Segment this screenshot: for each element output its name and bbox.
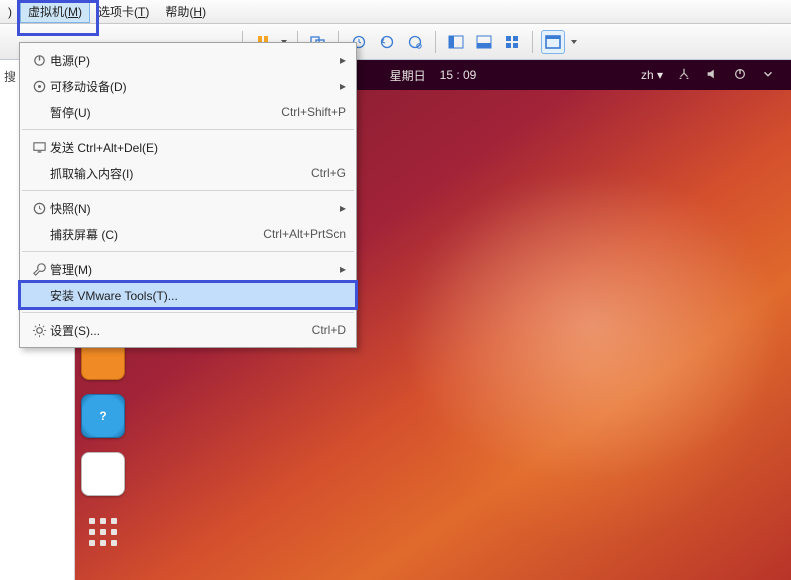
- submenu-arrow-icon: ▸: [340, 79, 346, 93]
- menu-item-label: 暂停(U): [50, 104, 91, 121]
- view-sidebar-button[interactable]: [500, 30, 524, 54]
- submenu-arrow-icon: ▸: [340, 262, 346, 276]
- gear-icon: [28, 323, 50, 338]
- vm-dropdown-menu: 电源(P) ▸ 可移动设备(D) ▸ 暂停(U) Ctrl+Shift+P 发送 Ctrl+…: [19, 42, 357, 348]
- view-stretch-button[interactable]: [472, 30, 496, 54]
- menu-item[interactable]: 抓取输入内容(I) Ctrl+G: [20, 160, 356, 186]
- fullscreen-dropdown[interactable]: [569, 40, 579, 44]
- menu-item-label: 安装 VMware Tools(T)...: [50, 287, 178, 304]
- network-icon[interactable]: [677, 67, 691, 84]
- menu-tabs-accel: T: [138, 5, 145, 19]
- menu-item-accel: Ctrl+Shift+P: [281, 105, 346, 119]
- menu-item[interactable]: 安装 VMware Tools(T)...: [20, 282, 356, 308]
- menu-item[interactable]: 发送 Ctrl+Alt+Del(E): [20, 134, 356, 160]
- menu-item[interactable]: 暂停(U) Ctrl+Shift+P: [20, 99, 356, 125]
- power-icon[interactable]: [733, 67, 747, 84]
- submenu-arrow-icon: ▸: [340, 53, 346, 67]
- menu-item[interactable]: 可移动设备(D) ▸: [20, 73, 356, 99]
- submenu-arrow-icon: ▸: [340, 201, 346, 215]
- guest-day: 星期日: [390, 67, 426, 84]
- menu-tabs-label: 选项卡: [98, 5, 134, 19]
- menu-virtual-machine[interactable]: 虚拟机(M): [20, 0, 90, 23]
- menu-item-label: 管理(M): [50, 261, 92, 278]
- menu-help-label: 帮助: [165, 5, 189, 19]
- fullscreen-icon: [545, 34, 561, 50]
- menu-item-label: 发送 Ctrl+Alt+Del(E): [50, 139, 158, 156]
- menu-separator: [22, 190, 354, 191]
- menu-vm-label: 虚拟机: [28, 5, 64, 19]
- menu-item-label: 快照(N): [50, 200, 91, 217]
- dock-apps-button[interactable]: [81, 518, 125, 542]
- toolbar-sep: [435, 31, 436, 53]
- guest-time: 15 : 09: [440, 68, 477, 82]
- host-window: ) 虚拟机(M) 选项卡(T) 帮助(H): [0, 0, 791, 580]
- clock-back-icon: [379, 34, 395, 50]
- layout-grid-icon: [504, 34, 520, 50]
- sidebar-search-label: 搜: [4, 70, 16, 84]
- menu-item-label: 捕获屏幕 (C): [50, 226, 118, 243]
- view-fit-button[interactable]: [444, 30, 468, 54]
- menu-item-label: 抓取输入内容(I): [50, 165, 133, 182]
- menu-item-label: 电源(P): [50, 52, 90, 69]
- clock-gear-icon: [407, 34, 423, 50]
- snapshot-icon: [28, 201, 50, 216]
- guest-lang[interactable]: zh ▾: [641, 68, 663, 82]
- send-icon: [28, 140, 50, 155]
- dock-help[interactable]: ?: [81, 394, 125, 438]
- host-menubar: ) 虚拟机(M) 选项卡(T) 帮助(H): [0, 0, 791, 24]
- snapshot-revert-button[interactable]: [375, 30, 399, 54]
- apps-grid-icon: [89, 518, 117, 542]
- menu-separator: [22, 312, 354, 313]
- dock-amazon[interactable]: a: [81, 452, 125, 496]
- menu-item[interactable]: 快照(N) ▸: [20, 195, 356, 221]
- menu-help[interactable]: 帮助(H): [157, 0, 214, 23]
- menu-partial: ): [4, 2, 20, 22]
- menu-vm-accel: M: [68, 5, 78, 19]
- layout-left-icon: [448, 34, 464, 50]
- fullscreen-button[interactable]: [541, 30, 565, 54]
- menu-item[interactable]: 捕获屏幕 (C) Ctrl+Alt+PrtScn: [20, 221, 356, 247]
- menu-item-accel: Ctrl+Alt+PrtScn: [263, 227, 346, 241]
- layout-bottom-icon: [476, 34, 492, 50]
- snapshot-manage-button[interactable]: [403, 30, 427, 54]
- menu-item[interactable]: 电源(P) ▸: [20, 47, 356, 73]
- menu-item[interactable]: 管理(M) ▸: [20, 256, 356, 282]
- menu-item[interactable]: 设置(S)... Ctrl+D: [20, 317, 356, 343]
- menu-help-accel: H: [193, 5, 202, 19]
- device-icon: [28, 79, 50, 94]
- menu-separator: [22, 251, 354, 252]
- menu-item-accel: Ctrl+G: [311, 166, 346, 180]
- power-icon: [28, 53, 50, 68]
- menu-item-label: 设置(S)...: [50, 322, 100, 339]
- menu-item-label: 可移动设备(D): [50, 78, 127, 95]
- toolbar-sep: [532, 31, 533, 53]
- menu-tabs[interactable]: 选项卡(T): [90, 0, 157, 23]
- wrench-icon: [28, 262, 50, 277]
- sound-icon[interactable]: [705, 67, 719, 84]
- menu-item-accel: Ctrl+D: [312, 323, 346, 337]
- menu-separator: [22, 129, 354, 130]
- guest-clock-area[interactable]: 星期日 15 : 09: [390, 67, 477, 84]
- chevron-down-icon[interactable]: [761, 67, 775, 84]
